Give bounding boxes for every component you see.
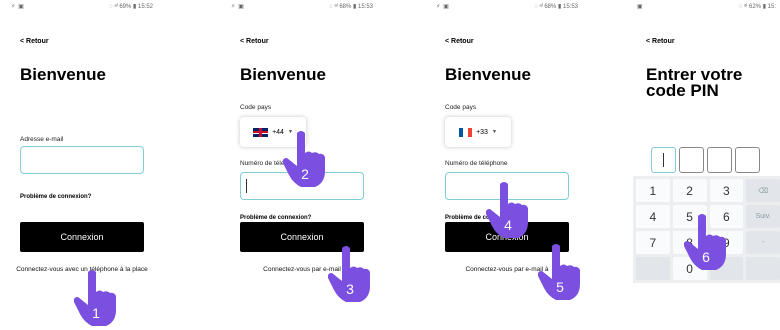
back-button[interactable]: < Retour <box>445 38 474 45</box>
usb-icon: ⚡ <box>11 3 16 10</box>
status-bar: ▣ ◌ ᵃˡ 62% ▮ 15: <box>633 0 780 12</box>
status-info: ◌ ᵃˡ 69% ▮ 15:52 <box>109 3 153 10</box>
usb-icon: ⚡ <box>436 3 441 10</box>
country-code-label: Code pays <box>240 104 272 111</box>
phone-label: Numéro de téléphone <box>445 160 508 167</box>
page-title-line-2: code PIN <box>646 81 719 100</box>
hand-pointer-icon: 5 <box>538 244 580 300</box>
country-code-label: Code pays <box>445 104 477 111</box>
screen-3: ⚡ ▣ ◌ ᵃˡ 68% ▮ 15:53 < Retour Bienvenue C… <box>432 0 582 283</box>
gallery-icon: ▣ <box>18 3 24 10</box>
pin-input[interactable] <box>651 147 760 173</box>
key-7[interactable]: 7 <box>636 231 670 254</box>
status-bar: ⚡ ▣ ◌ ᵃˡ 69% ▮ 15:52 <box>7 0 157 12</box>
hand-pointer-5: 5 <box>538 242 582 302</box>
key-3[interactable]: 3 <box>709 179 744 202</box>
login-button[interactable]: Connexion <box>20 222 144 252</box>
page-title: Bienvenue <box>240 65 326 84</box>
status-bar: ⚡ ▣ ◌ ᵃˡ 68% ▮ 15:53 <box>432 0 582 12</box>
step-number: 3 <box>346 281 354 297</box>
hand-pointer-4: 4 <box>486 180 530 240</box>
email-input[interactable] <box>20 146 144 174</box>
key-2[interactable]: 2 <box>672 179 707 202</box>
status-bar: ⚡ ▣ ◌ ᵃˡ 68% ▮ 15:53 <box>227 0 377 12</box>
usb-icon: ⚡ <box>231 3 236 10</box>
next-key[interactable]: Suiv. <box>746 205 780 228</box>
gallery-icon: ▣ <box>238 3 244 10</box>
login-problem-link[interactable]: Problème de co <box>445 215 490 221</box>
hand-pointer-icon: 2 <box>283 131 325 187</box>
hand-pointer-1: 1 <box>74 268 118 328</box>
pin-digit-2[interactable] <box>679 147 704 173</box>
uk-flag-icon <box>253 127 269 137</box>
page-title: Bienvenue <box>20 65 106 84</box>
dash-key[interactable]: - <box>746 231 780 254</box>
gallery-icon: ▣ <box>637 3 643 10</box>
france-flag-icon <box>459 127 473 137</box>
gallery-icon: ▣ <box>443 3 449 10</box>
hand-pointer-icon: 3 <box>328 246 370 302</box>
back-button[interactable]: < Retour <box>240 38 269 45</box>
hand-pointer-icon: 6 <box>684 214 726 270</box>
step-number: 1 <box>92 305 100 321</box>
backspace-key[interactable]: ⌫ <box>746 179 780 202</box>
phone-label: Numéro de télé <box>240 160 285 167</box>
page-title: Bienvenue <box>445 65 531 84</box>
step-number: 2 <box>301 166 309 182</box>
pin-digit-4[interactable] <box>735 147 760 173</box>
chevron-down-icon: ▼ <box>491 129 497 135</box>
pin-digit-1[interactable] <box>651 147 676 173</box>
hand-pointer-2: 2 <box>283 129 327 189</box>
screen-1: ⚡ ▣ ◌ ᵃˡ 69% ▮ 15:52 < Retour Bienvenue A… <box>7 0 157 283</box>
status-info: ◌ ᵃˡ 68% ▮ 15:53 <box>534 3 578 10</box>
country-code-value: +33 <box>476 128 488 136</box>
step-number: 5 <box>556 279 564 295</box>
status-info: ◌ ᵃˡ 68% ▮ 15:53 <box>329 3 373 10</box>
login-problem-link[interactable]: Problème de connexion? <box>240 215 311 221</box>
blank-key-left[interactable] <box>636 257 670 280</box>
hand-pointer-icon: 1 <box>74 270 116 326</box>
hand-pointer-icon: 4 <box>486 182 528 238</box>
key-1[interactable]: 1 <box>636 179 670 202</box>
back-button[interactable]: < Retour <box>646 38 675 45</box>
pin-digit-3[interactable] <box>707 147 732 173</box>
back-button[interactable]: < Retour <box>20 38 49 45</box>
blank-key-right[interactable] <box>746 257 780 280</box>
status-info: ◌ ᵃˡ 62% ▮ 15: <box>738 3 776 10</box>
step-number: 4 <box>504 217 512 233</box>
key-4[interactable]: 4 <box>636 205 670 228</box>
step-number: 6 <box>702 249 710 265</box>
country-code-select[interactable]: +33 ▼ <box>445 117 511 147</box>
hand-pointer-3: 3 <box>328 244 372 304</box>
login-problem-link[interactable]: Problème de connexion? <box>20 194 91 200</box>
hand-pointer-6: 6 <box>684 212 728 272</box>
email-label: Adresse e-mail <box>20 136 64 143</box>
